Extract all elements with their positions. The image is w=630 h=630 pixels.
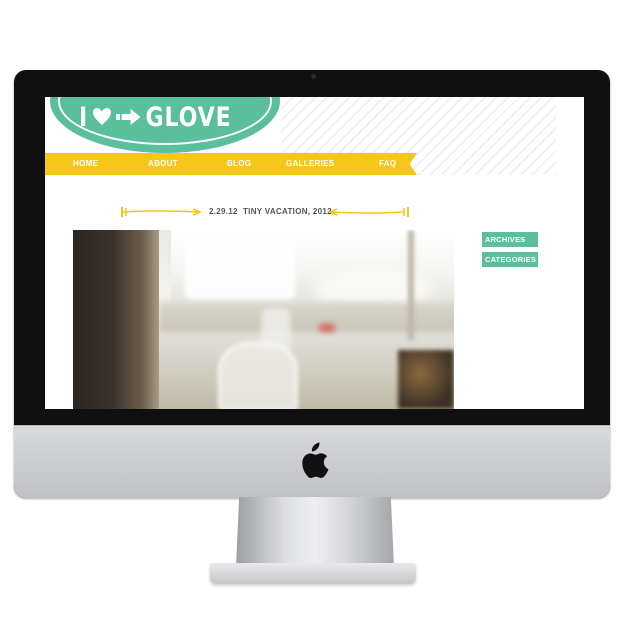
logo-text[interactable]: I GLOVE — [79, 99, 232, 135]
photo-red-object — [319, 324, 335, 332]
post-title[interactable]: TINY VACATION, 2012. — [243, 207, 334, 216]
archives-button[interactable]: ARCHIVES — [482, 232, 538, 247]
photo-pipe — [408, 230, 414, 340]
post-date: 2.29.12 — [209, 207, 238, 216]
imac-stand-base — [210, 563, 416, 584]
imac-stand — [236, 497, 394, 567]
nav-item-home[interactable]: HOME — [73, 159, 98, 168]
photo-window-frame — [73, 230, 159, 409]
nav-item-galleries[interactable]: GALLERIES — [286, 159, 334, 168]
nav-item-faq[interactable]: FAQ — [379, 159, 396, 168]
categories-button[interactable]: CATEGORIES — [482, 252, 538, 267]
heart-icon — [92, 108, 112, 125]
nav-item-blog[interactable]: BLOG — [227, 159, 251, 168]
main-nav: HOME ABOUT BLOG GALLERIES FAQ — [45, 153, 417, 175]
post-photo[interactable] — [73, 230, 454, 409]
nav-item-about[interactable]: ABOUT — [148, 159, 178, 168]
apple-logo-icon — [302, 442, 329, 479]
camera-icon — [311, 74, 316, 79]
post-header: 2.29.12 TINY VACATION, 2012. — [119, 205, 411, 219]
screen: I GLOVE HOME ABOUT BLOG GALLERIES FAQ 2.… — [45, 97, 584, 409]
photo-cup — [218, 342, 298, 409]
photo-dark-object — [398, 350, 454, 409]
decorative-arrow-right-icon — [328, 207, 409, 217]
logo-word: GLOVE — [145, 101, 232, 133]
decorative-arrow-left-icon — [121, 207, 202, 217]
arrow-right-icon — [115, 109, 141, 125]
photo-window-glare — [185, 236, 295, 300]
logo-prefix: I — [79, 101, 89, 133]
